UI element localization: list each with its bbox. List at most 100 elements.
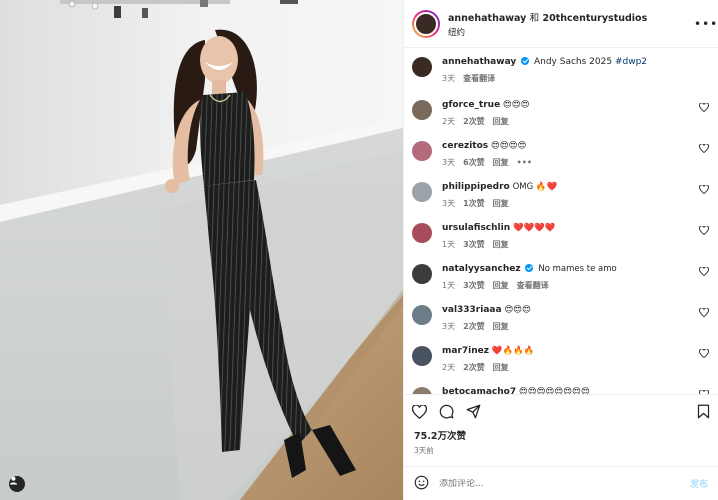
comment-likes[interactable]: 2次赞: [463, 321, 485, 332]
comment-likes[interactable]: 3次赞: [463, 239, 485, 250]
comment-meta: 1天 3次赞 回复: [442, 239, 698, 250]
comment-line: gforce_true 😍😍😍: [442, 99, 698, 112]
heart-icon: [699, 349, 709, 358]
caption: annehathaway Andy Sachs 2025 #dwp2 3天 查看…: [412, 56, 710, 84]
reply-button[interactable]: 回复: [493, 198, 509, 209]
comment-body: gforce_true 😍😍😍 2天 2次赞 回复: [442, 99, 698, 127]
comment-item: gforce_true 😍😍😍 2天 2次赞 回复: [412, 99, 710, 127]
commenter-avatar[interactable]: [412, 387, 432, 394]
comment-like-button[interactable]: [698, 185, 710, 194]
post-date[interactable]: 3天前: [404, 442, 718, 456]
commenter-username[interactable]: val333riaaa: [442, 305, 502, 315]
reply-button[interactable]: 回复: [493, 321, 509, 332]
comment-likes[interactable]: 1次赞: [463, 198, 485, 209]
commenter-avatar[interactable]: [412, 305, 432, 325]
comment-like-button[interactable]: [698, 349, 710, 358]
comment-time[interactable]: 3天: [442, 157, 455, 168]
commenter-username[interactable]: gforce_true: [442, 100, 500, 110]
caption-translate-link[interactable]: 查看翻译: [463, 73, 495, 84]
comment-likes[interactable]: 6次赞: [463, 157, 485, 168]
comment-meta: 3天 2次赞 回复: [442, 321, 698, 332]
comment-text: 😍😍😍😍😍😍😍😍: [518, 387, 590, 394]
commenter-avatar[interactable]: [412, 346, 432, 366]
verified-badge-icon: [521, 57, 530, 65]
reply-button[interactable]: 回复: [493, 116, 509, 127]
comment-time[interactable]: 3天: [442, 321, 455, 332]
comment-time[interactable]: 1天: [442, 239, 455, 250]
caption-username[interactable]: annehathaway: [442, 57, 516, 67]
comment-like-button[interactable]: [698, 390, 710, 394]
heart-icon: [412, 404, 427, 419]
comment-line: betocamacho7 😍😍😍😍😍😍😍😍: [442, 386, 698, 394]
comment-more-icon[interactable]: •••: [517, 158, 532, 167]
post-location[interactable]: 纽约: [448, 26, 694, 38]
commenter-username[interactable]: natalyysanchez: [442, 264, 521, 274]
comment-meta: 3天 1次赞 回复: [442, 198, 698, 209]
comment-time[interactable]: 2天: [442, 362, 455, 373]
caption-line: annehathaway Andy Sachs 2025 #dwp2: [442, 56, 710, 69]
comment-likes[interactable]: 3次赞: [463, 280, 485, 291]
reply-button[interactable]: 回复: [493, 280, 509, 291]
comment-like-button[interactable]: [698, 226, 710, 235]
post-side-panel: annehathaway 和 20thcenturystudios 纽约 •••…: [403, 0, 718, 500]
comment-item: philippipedro OMG 🔥❤️ 3天 1次赞 回复: [412, 181, 710, 209]
caption-hashtag[interactable]: #dwp2: [615, 57, 647, 67]
author-username[interactable]: annehathaway: [448, 13, 526, 24]
translate-link[interactable]: 查看翻译: [517, 280, 549, 291]
commenter-avatar[interactable]: [412, 182, 432, 202]
verified-badge-icon: [525, 264, 534, 272]
heart-icon: [699, 103, 709, 112]
comment-text: ❤️❤️❤️❤️: [513, 223, 556, 233]
emoji-button[interactable]: [414, 475, 429, 493]
save-button[interactable]: [697, 404, 710, 419]
commenter-username[interactable]: ursulafischlin: [442, 223, 510, 233]
commenter-username[interactable]: cerezitos: [442, 141, 488, 151]
comment-item: natalyysanchez No mames te amo 1天 3次赞 回复 查看翻…: [412, 263, 710, 291]
heart-icon: [699, 144, 709, 153]
commenter-avatar[interactable]: [412, 264, 432, 284]
caption-avatar[interactable]: [412, 57, 432, 77]
commenter-username[interactable]: philippipedro: [442, 182, 510, 192]
comment-like-button[interactable]: [698, 144, 710, 153]
comment-text: ❤️🔥🔥🔥: [491, 346, 535, 356]
like-button[interactable]: [412, 404, 427, 419]
comment-text: 😍😍😍: [504, 305, 532, 315]
reply-button[interactable]: 回复: [493, 239, 509, 250]
caption-time[interactable]: 3天: [442, 73, 455, 84]
comment-like-button[interactable]: [698, 103, 710, 112]
user-tag-icon[interactable]: [9, 476, 25, 492]
post-photo[interactable]: [0, 0, 403, 500]
comment-line: ursulafischlin ❤️❤️❤️❤️: [442, 222, 698, 235]
comment-time[interactable]: 2天: [442, 116, 455, 127]
comment-item: mar7inez ❤️🔥🔥🔥 2天 2次赞 回复: [412, 345, 710, 373]
comment-item: cerezitos 😍😍😍😍 3天 6次赞 回复 •••: [412, 140, 710, 168]
commenter-avatar[interactable]: [412, 223, 432, 243]
comment-like-button[interactable]: [698, 308, 710, 317]
comments-list[interactable]: annehathaway Andy Sachs 2025 #dwp2 3天 查看…: [404, 48, 718, 394]
comment-likes[interactable]: 2次赞: [463, 116, 485, 127]
comment-likes[interactable]: 2次赞: [463, 362, 485, 373]
comment-button[interactable]: [439, 404, 454, 419]
publish-button[interactable]: 发布: [690, 477, 708, 490]
comment-time[interactable]: 1天: [442, 280, 455, 291]
commenter-avatar[interactable]: [412, 141, 432, 161]
more-options-button[interactable]: •••: [694, 17, 717, 31]
heart-icon: [699, 267, 709, 276]
reply-button[interactable]: 回复: [493, 157, 509, 168]
collaborator-username[interactable]: 20thcenturystudios: [543, 13, 648, 24]
likes-count[interactable]: 75.2万次赞: [404, 428, 718, 442]
reply-button[interactable]: 回复: [493, 362, 509, 373]
collab-separator: 和: [529, 12, 540, 24]
emoji-icon: [414, 475, 429, 489]
comment-like-button[interactable]: [698, 267, 710, 276]
commenter-username[interactable]: mar7inez: [442, 346, 489, 356]
commenter-avatar[interactable]: [412, 100, 432, 120]
author-avatar-ring[interactable]: [412, 9, 440, 38]
comment-line: philippipedro OMG 🔥❤️: [442, 181, 698, 194]
comment-body: ursulafischlin ❤️❤️❤️❤️ 1天 3次赞 回复: [442, 222, 698, 250]
comment-line: val333riaaa 😍😍😍: [442, 304, 698, 317]
comment-input[interactable]: [439, 478, 690, 489]
comment-time[interactable]: 3天: [442, 198, 455, 209]
commenter-username[interactable]: betocamacho7: [442, 387, 516, 394]
share-button[interactable]: [466, 404, 481, 419]
